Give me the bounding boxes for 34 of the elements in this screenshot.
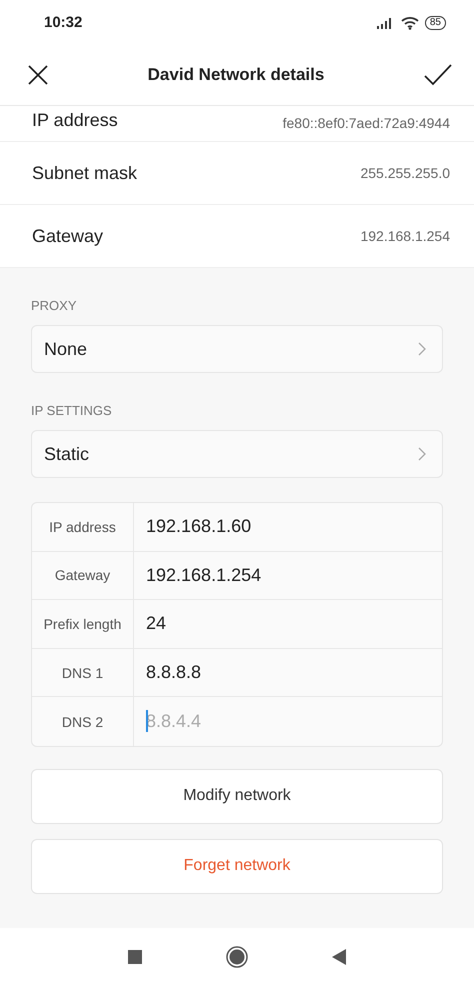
section-label: IP SETTINGS (31, 403, 113, 418)
field-label: Prefix length (32, 600, 134, 648)
field-label: IP address (32, 503, 134, 551)
ip-settings-dropdown[interactable]: Static (31, 430, 443, 478)
input-field[interactable]: 24 (146, 613, 442, 634)
battery-level: 85 (424, 16, 446, 30)
info-value: 255.255.255.0 (360, 165, 450, 181)
field-label: Gateway (32, 552, 134, 600)
info-label: Gateway (32, 226, 104, 246)
field-label: DNS 2 (32, 697, 134, 746)
input-field[interactable]: 8.8.8.8 (146, 662, 442, 684)
checkmark-icon[interactable] (424, 64, 452, 86)
info-value: 192.168.1.254 (360, 228, 450, 244)
chevron-icon (418, 447, 426, 461)
info-value: fe80::8ef0:7aed:72a9:4944 (282, 115, 450, 131)
info-label: IP address (32, 110, 118, 131)
back-icon[interactable] (332, 948, 346, 964)
input-field[interactable]: 192.168.1.254 (146, 564, 442, 586)
chevron-icon (418, 342, 426, 356)
input-field[interactable]: 8.8.4.4 (146, 711, 442, 732)
modify-button[interactable]: Modify network (31, 768, 443, 824)
info-label: Subnet mask (32, 162, 138, 184)
forget-button[interactable]: Forget network (31, 838, 443, 894)
clock-time: 10:32 (44, 14, 82, 31)
close-icon[interactable] (28, 65, 48, 85)
wifi-icon (400, 16, 419, 30)
field-label: DNS 1 (32, 648, 134, 696)
page-title: David Network details (148, 65, 324, 85)
proxy-dropdown[interactable]: None (31, 325, 443, 373)
recents-icon[interactable] (128, 950, 142, 964)
home-icon[interactable] (226, 946, 248, 968)
text-cursor (146, 710, 148, 732)
input-field[interactable]: 192.168.1.60 (146, 516, 442, 538)
section-label: PROXY (31, 298, 78, 313)
